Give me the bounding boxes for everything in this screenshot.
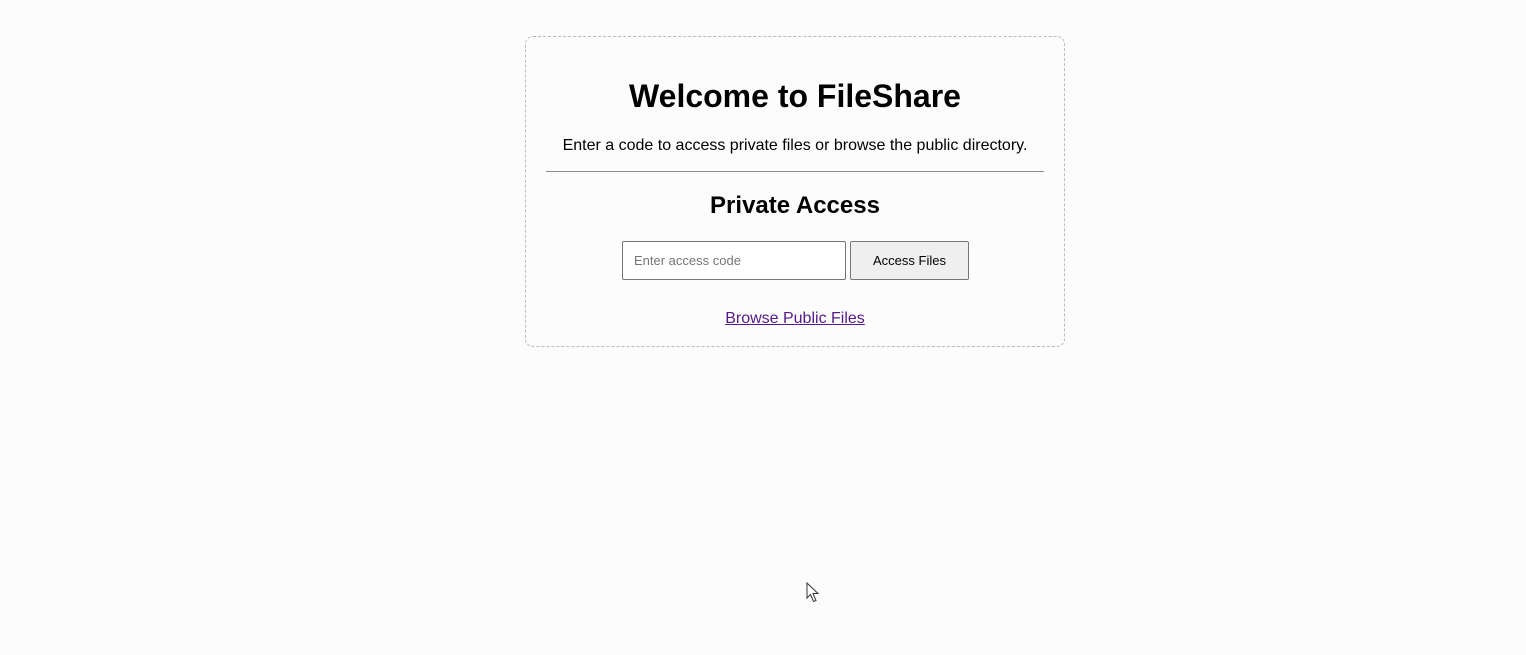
private-access-heading: Private Access <box>710 192 880 219</box>
access-form: Access Files <box>622 241 969 280</box>
access-files-button[interactable]: Access Files <box>850 241 969 280</box>
divider <box>546 171 1044 172</box>
access-code-input[interactable] <box>622 241 846 280</box>
mouse-pointer-icon <box>806 582 820 603</box>
page-subtitle: Enter a code to access private files or … <box>562 137 1028 154</box>
browse-public-files-link[interactable]: Browse Public Files <box>526 309 1064 329</box>
welcome-card: Welcome to FileShare Enter a code to acc… <box>525 36 1065 347</box>
page-title: Welcome to FileShare <box>629 78 961 114</box>
